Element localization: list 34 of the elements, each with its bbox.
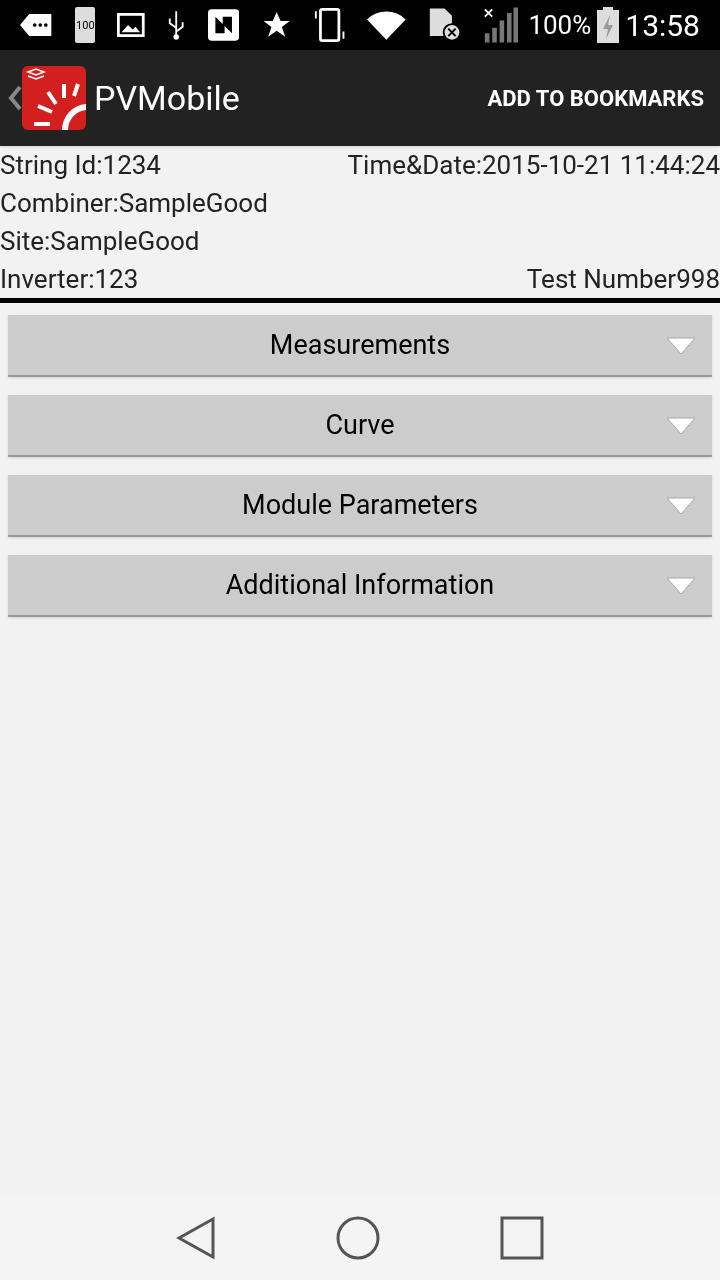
home-icon[interactable] — [336, 1216, 380, 1260]
vibrate-icon — [314, 6, 346, 44]
inverter: Inverter:123 — [0, 263, 139, 296]
nfc-icon — [207, 8, 239, 42]
signal-icon — [483, 6, 519, 44]
combiner: Combiner:SampleGood — [0, 187, 268, 220]
image-icon — [117, 12, 146, 38]
up-button[interactable] — [8, 66, 86, 130]
expand-icon — [666, 336, 696, 356]
section-header[interactable]: Measurements — [8, 315, 712, 377]
wifi-icon — [367, 9, 407, 41]
usb-icon — [167, 8, 186, 42]
battery-saver-icon: 100 — [75, 7, 96, 43]
app-title: PVMobile — [94, 76, 240, 120]
notification-more-icon — [20, 11, 54, 39]
sim-card-icon — [428, 7, 462, 43]
recents-icon[interactable] — [500, 1216, 544, 1260]
section-header[interactable]: Additional Information — [8, 555, 712, 617]
expand-icon — [666, 576, 696, 596]
battery-charging-icon — [597, 7, 620, 43]
clock: 13:58 — [625, 6, 700, 45]
sun-logo-icon — [22, 66, 86, 130]
expand-icon — [666, 496, 696, 516]
time-date: Time&Date:2015-10-21 11:44:24 — [347, 149, 720, 182]
string-id: String Id:1234 — [0, 149, 161, 182]
section-header[interactable]: Module Parameters — [8, 475, 712, 537]
section-header[interactable]: Curve — [8, 395, 712, 457]
back-icon[interactable] — [176, 1216, 216, 1260]
back-chevron-icon — [8, 85, 22, 111]
site: Site:SampleGood — [0, 225, 200, 258]
test-number: Test Number998 — [526, 263, 720, 296]
battery-percent: 100% — [528, 8, 592, 42]
expand-icon — [666, 416, 696, 436]
add-to-bookmarks-button[interactable]: ADD TO BOOKMARKS — [487, 81, 704, 115]
